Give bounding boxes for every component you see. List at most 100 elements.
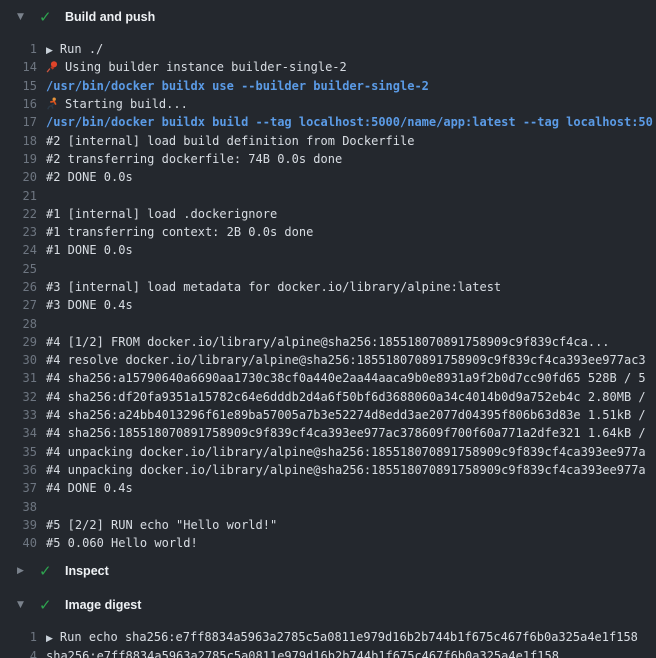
line-number[interactable]: 23 — [0, 225, 37, 239]
line-number[interactable]: 34 — [0, 426, 37, 440]
line-number[interactable]: 17 — [0, 115, 37, 129]
log-line: 21 — [0, 186, 656, 204]
log-line: 4sha256:e7ff8834a5963a2785c5a0811e979d16… — [0, 647, 656, 658]
section-build-and-push: ▼ ✓ Build and push 1 ▶ Run ./ 14 Using builder … — [0, 0, 656, 554]
line-number[interactable]: 38 — [0, 500, 37, 514]
log-text: Using builder instance builder-single-2 — [65, 60, 347, 74]
line-number[interactable]: 40 — [0, 536, 37, 550]
line-number[interactable]: 19 — [0, 152, 37, 166]
line-number[interactable]: 39 — [0, 518, 37, 532]
log-line: 1 ▶ Run echo sha256:e7ff8834a5963a2785c5a0… — [0, 628, 656, 646]
line-number[interactable]: 36 — [0, 463, 37, 477]
section-header-inspect[interactable]: ▶✓Inspect — [0, 554, 656, 588]
line-number[interactable]: 33 — [0, 408, 37, 422]
log-text: #4 unpacking docker.io/library/alpine@sh… — [37, 445, 646, 459]
log-line: 35#4 unpacking docker.io/library/alpine@… — [0, 443, 656, 461]
log-line: 27#3 DONE 0.4s — [0, 296, 656, 314]
log-text: Starting build... — [37, 97, 188, 111]
log-text: #4 [1/2] FROM docker.io/library/alpine@s… — [37, 335, 610, 349]
log-text: #4 resolve docker.io/library/alpine@sha2… — [37, 353, 646, 367]
expand-arrow-icon[interactable]: ▶ — [46, 634, 53, 644]
actions-log-panel: ▼✓Build and push1▶Run ./14Using builder … — [0, 0, 656, 658]
line-number[interactable]: 18 — [0, 134, 37, 148]
line-number[interactable]: 14 — [0, 60, 37, 74]
section-image-digest: ▼ ✓ Image digest 1 ▶ Run echo sha256:e7ff8834… — [0, 588, 656, 658]
line-number[interactable]: 15 — [0, 79, 37, 93]
log-text: #1 DONE 0.0s — [37, 243, 133, 257]
check-icon: ✓ — [39, 598, 55, 613]
section-inspect: ▶✓Inspect — [0, 554, 656, 588]
line-number[interactable]: 28 — [0, 317, 37, 331]
log-list: 1 ▶ Run echo sha256:e7ff8834a5963a2785c5a0… — [0, 622, 656, 658]
log-line: 18#2 [internal] load build definition fr… — [0, 131, 656, 149]
line-number[interactable]: 31 — [0, 371, 37, 385]
log-text: ▶ Run echo sha256:e7ff8834a5963a2785c5a08… — [37, 630, 638, 644]
log-command-text: /usr/bin/docker buildx use --builder bui… — [37, 79, 429, 93]
log-text: #2 [internal] load build definition from… — [37, 134, 414, 148]
log-text: #5 0.060 Hello world! — [37, 536, 198, 550]
run-step-label: Run echo sha256:e7ff8834a5963a2785c5a081… — [60, 630, 638, 644]
line-number[interactable]: 16 — [0, 97, 37, 111]
log-line: 14 Using builder instance builder-single-… — [0, 58, 656, 76]
check-icon: ✓ — [39, 10, 55, 25]
log-line: 36#4 unpacking docker.io/library/alpine@… — [0, 461, 656, 479]
log-line: 30#4 resolve docker.io/library/alpine@sh… — [0, 351, 656, 369]
log-text: #4 sha256:df20fa9351a15782c64e6dddb2d4a6… — [37, 390, 646, 404]
pin-icon — [46, 60, 59, 73]
line-number[interactable]: 24 — [0, 243, 37, 257]
log-text: #1 transferring context: 2B 0.0s done — [37, 225, 313, 239]
log-line: 26#3 [internal] load metadata for docker… — [0, 278, 656, 296]
line-number[interactable]: 1 — [0, 42, 37, 56]
check-icon: ✓ — [39, 564, 55, 579]
line-number[interactable]: 30 — [0, 353, 37, 367]
log-text: Starting build... — [65, 97, 188, 111]
log-line: 40#5 0.060 Hello world! — [0, 534, 656, 552]
line-number[interactable]: 1 — [0, 630, 37, 644]
log-text: sha256:e7ff8834a5963a2785c5a0811e979d16b… — [37, 649, 559, 658]
expand-arrow-icon[interactable]: ▶ — [46, 46, 53, 56]
log-text: #4 sha256:a15790640a6690aa1730c38cf0a440… — [37, 371, 646, 385]
log-line: 25 — [0, 260, 656, 278]
line-number[interactable]: 37 — [0, 481, 37, 495]
section-title: Image digest — [65, 598, 141, 612]
log-line: 15/usr/bin/docker buildx use --builder b… — [0, 77, 656, 95]
log-line: 29#4 [1/2] FROM docker.io/library/alpine… — [0, 333, 656, 351]
log-line: 23#1 transferring context: 2B 0.0s done — [0, 223, 656, 241]
line-number[interactable]: 4 — [0, 649, 37, 658]
log-line: 32#4 sha256:df20fa9351a15782c64e6dddb2d4… — [0, 388, 656, 406]
line-number[interactable]: 21 — [0, 189, 37, 203]
log-line: 24#1 DONE 0.0s — [0, 241, 656, 259]
run-step-label: Run ./ — [60, 42, 103, 56]
line-number[interactable]: 20 — [0, 170, 37, 184]
section-header-image-digest[interactable]: ▼ ✓ Image digest — [0, 588, 656, 622]
section-title: Inspect — [65, 564, 109, 578]
log-text: #1 [internal] load .dockerignore — [37, 207, 277, 221]
log-line: 34#4 sha256:185518070891758909c9f839cf4c… — [0, 424, 656, 442]
log-line: 22#1 [internal] load .dockerignore — [0, 205, 656, 223]
log-line: 39#5 [2/2] RUN echo "Hello world!" — [0, 516, 656, 534]
log-text: #4 sha256:a24bb4013296f61e89ba57005a7b3e… — [37, 408, 646, 422]
log-text: #2 DONE 0.0s — [37, 170, 133, 184]
line-number[interactable]: 35 — [0, 445, 37, 459]
log-line: 17/usr/bin/docker buildx build --tag loc… — [0, 113, 656, 131]
section-header-build-and-push[interactable]: ▼ ✓ Build and push — [0, 0, 656, 34]
log-text: #4 sha256:185518070891758909c9f839cf4ca3… — [37, 426, 646, 440]
line-number[interactable]: 22 — [0, 207, 37, 221]
section-title: Build and push — [65, 10, 155, 24]
line-number[interactable]: 29 — [0, 335, 37, 349]
log-line: 31#4 sha256:a15790640a6690aa1730c38cf0a4… — [0, 369, 656, 387]
log-text: #5 [2/2] RUN echo "Hello world!" — [37, 518, 277, 532]
line-number[interactable]: 27 — [0, 298, 37, 312]
log-line: 1 ▶ Run ./ — [0, 40, 656, 58]
line-number[interactable]: 25 — [0, 262, 37, 276]
runner-icon — [46, 97, 59, 110]
line-number[interactable]: 26 — [0, 280, 37, 294]
log-text: #3 DONE 0.4s — [37, 298, 133, 312]
line-number[interactable]: 32 — [0, 390, 37, 404]
log-line: 38 — [0, 497, 656, 515]
chevron-down-icon: ▼ — [17, 13, 29, 22]
log-text: #4 DONE 0.4s — [37, 481, 133, 495]
log-line: 37#4 DONE 0.4s — [0, 479, 656, 497]
log-line: 16 Starting build... — [0, 95, 656, 113]
chevron-down-icon: ▼ — [17, 601, 29, 610]
